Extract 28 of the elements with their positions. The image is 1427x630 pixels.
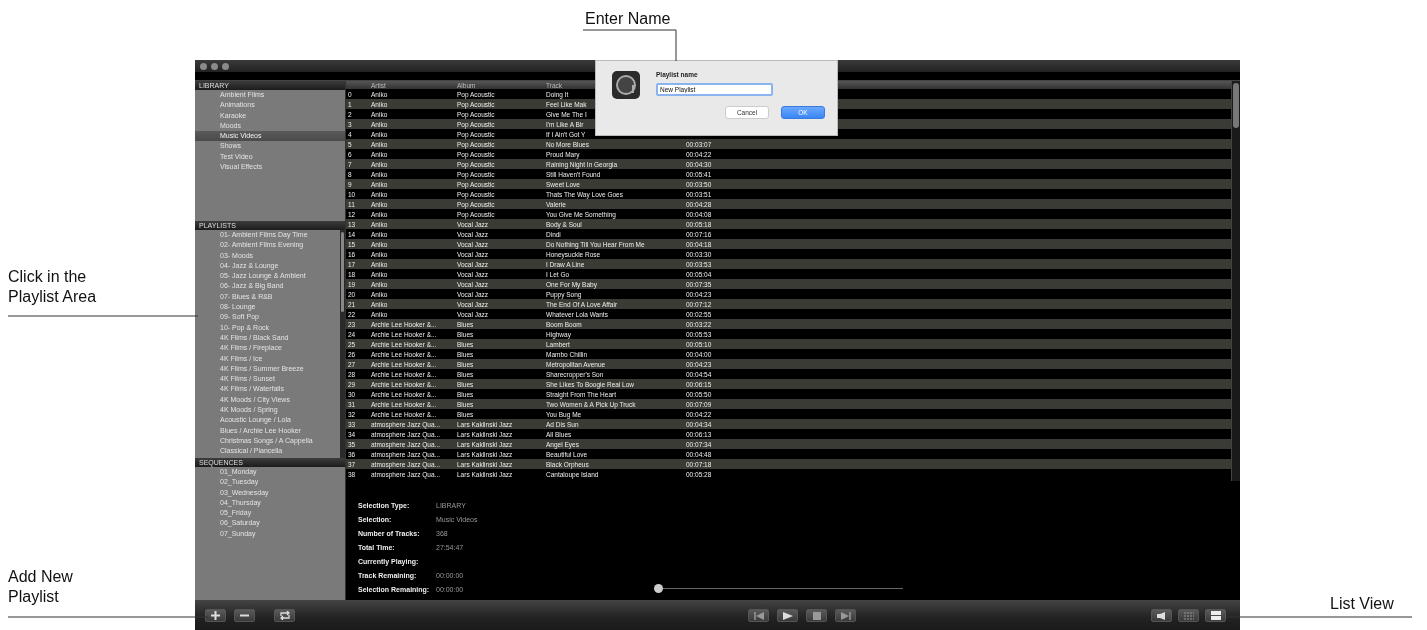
speaker-icon (1156, 611, 1167, 620)
add-button[interactable] (205, 609, 226, 622)
grid-view-icon (1183, 611, 1194, 620)
previous-button[interactable] (748, 609, 769, 622)
list-view-button[interactable] (1205, 609, 1226, 622)
skip-forward-icon (840, 611, 851, 620)
annotation-label: Enter Name (585, 9, 671, 29)
slider-thumb[interactable] (654, 584, 663, 593)
plus-icon (211, 611, 220, 620)
minus-icon (240, 614, 249, 617)
list-view-icon (1210, 611, 1221, 620)
stop-button[interactable] (806, 609, 827, 622)
scrollbar[interactable] (1231, 81, 1240, 481)
stop-icon (812, 611, 821, 620)
play-icon (782, 611, 793, 620)
view-button[interactable] (1178, 609, 1199, 622)
skip-back-icon (753, 611, 764, 620)
repeat-button[interactable] (274, 609, 295, 622)
remove-button[interactable] (234, 609, 255, 622)
app-icon (612, 71, 640, 99)
repeat-icon (278, 611, 291, 620)
annotation-label: List View (1330, 594, 1394, 614)
scrollbar[interactable] (340, 230, 345, 458)
annotation-label: Click in the Playlist Area (8, 267, 98, 307)
volume-button[interactable] (1151, 609, 1172, 622)
annotation-label: Add New Playlist (8, 567, 74, 607)
play-button[interactable] (777, 609, 798, 622)
next-button[interactable] (835, 609, 856, 622)
